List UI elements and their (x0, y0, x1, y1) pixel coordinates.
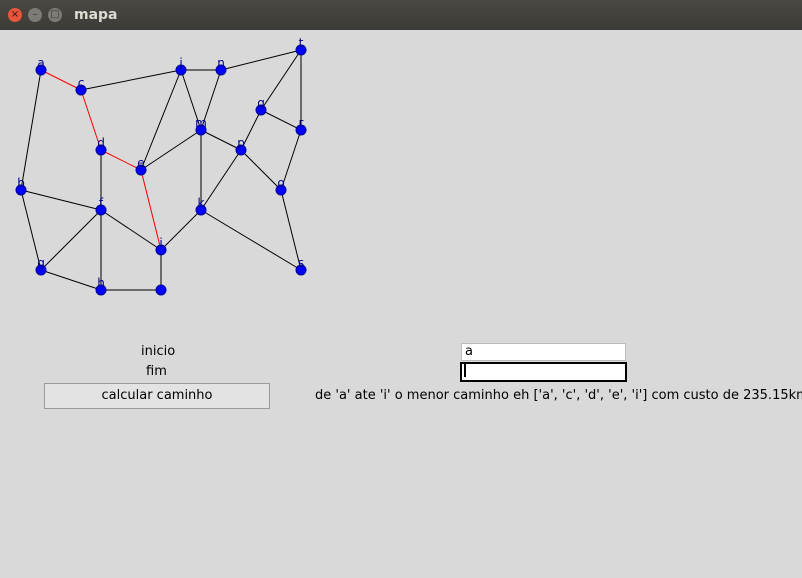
node-label-e: e (137, 156, 144, 170)
edge-k-s (200, 209, 302, 271)
edge-k-i (160, 209, 202, 251)
window-title: mapa (74, 7, 118, 23)
inicio-input[interactable]: a (461, 343, 626, 361)
node-label-i: i (159, 236, 162, 250)
node-label-c: c (78, 76, 85, 90)
close-icon[interactable]: × (8, 8, 22, 22)
node-label-d: d (97, 136, 105, 150)
node-label-j: j (178, 56, 182, 70)
path-edge-d-e (100, 149, 142, 171)
edge-j-e (140, 69, 182, 171)
inicio-value: a (465, 344, 473, 359)
edge-q-r (260, 109, 302, 131)
node-label-b: b (17, 176, 25, 190)
edge-b-f (20, 189, 102, 211)
node-label-o: o (277, 176, 284, 190)
node-label-q: q (257, 96, 265, 110)
edge-c-j (80, 69, 182, 91)
node-label-s: s (298, 256, 304, 270)
edge-g-h (40, 269, 102, 291)
node-label-r: r (299, 116, 304, 130)
node-label-t: t (299, 36, 304, 50)
node-label-p: p (237, 136, 245, 150)
edge-a-b (20, 69, 42, 191)
edge-e-m (140, 129, 202, 171)
edge-f-g (40, 209, 102, 271)
fim-input[interactable]: i (460, 362, 627, 382)
title-bar: × – □ mapa (0, 0, 802, 30)
result-text: de 'a' ate 'i' o menor caminho eh ['a', … (315, 388, 802, 403)
edge-p-k (200, 149, 242, 211)
fim-value: i (463, 363, 467, 378)
node-label-a: a (37, 56, 44, 70)
edge-n-t (220, 49, 302, 71)
node-label-g: g (37, 256, 45, 270)
calcular-caminho-button[interactable]: calcular caminho (44, 383, 270, 409)
fim-label: fim (146, 364, 167, 379)
node-label-n: n (217, 56, 225, 70)
edge-m-p (200, 129, 242, 151)
map-canvas: acj ntqm rd peb of kig sh (15, 36, 307, 296)
minimize-icon[interactable]: – (28, 8, 42, 22)
node-label-k: k (198, 196, 205, 210)
node-label-h: h (97, 276, 105, 290)
node-l (155, 284, 167, 296)
path-edge-e-i (140, 169, 162, 251)
maximize-icon[interactable]: □ (48, 8, 62, 22)
node-label-m: m (195, 116, 207, 130)
edge-p-o (240, 149, 282, 191)
path-edge-a-c (40, 69, 82, 91)
inicio-label: inicio (141, 344, 176, 359)
